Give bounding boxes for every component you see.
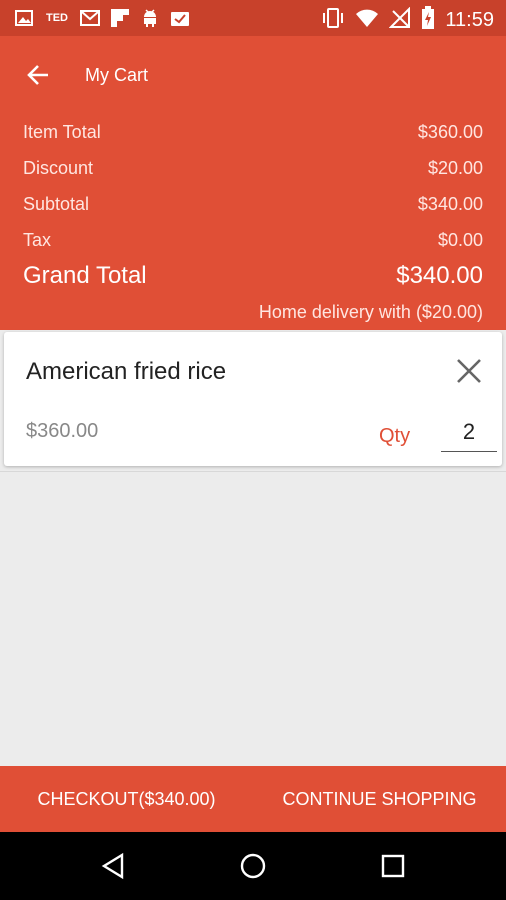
subtotal-row: Subtotal $340.00 xyxy=(23,194,483,215)
android-icon xyxy=(140,8,160,28)
item-total-value: $360.00 xyxy=(417,122,483,142)
item-total-label: Item Total xyxy=(23,122,101,142)
cart-item-card: American fried rice $360.00 Qty xyxy=(4,332,502,466)
nav-recents-button[interactable] xyxy=(376,849,410,883)
circle-home-icon xyxy=(240,853,266,879)
subtotal-label: Subtotal xyxy=(23,194,90,214)
item-name: American fried rice xyxy=(26,358,227,385)
back-button[interactable] xyxy=(20,56,58,94)
app-bar: My Cart xyxy=(0,36,506,114)
status-bar: TED 11:59 xyxy=(0,0,506,36)
wifi-icon xyxy=(355,8,379,33)
flipboard-icon xyxy=(110,8,130,28)
close-icon xyxy=(457,359,481,383)
system-nav-bar xyxy=(0,832,506,900)
triangle-back-icon xyxy=(101,852,124,880)
grand-total-row: Grand Total $340.00 xyxy=(23,262,483,290)
nav-back-button[interactable] xyxy=(96,849,130,883)
ted-icon: TED xyxy=(46,12,68,24)
item-total-row: Item Total $360.00 xyxy=(23,122,483,143)
page-title: My Cart xyxy=(85,65,148,85)
divider xyxy=(0,471,506,472)
vibrate-icon xyxy=(321,7,345,34)
square-recents-icon xyxy=(381,854,405,878)
tax-row: Tax $0.00 xyxy=(23,230,483,251)
no-signal-icon xyxy=(389,6,411,34)
bottom-action-bar: CHECKOUT($340.00) CONTINUE SHOPPING xyxy=(0,766,506,832)
remove-item-button[interactable] xyxy=(454,356,484,386)
checkout-button[interactable]: CHECKOUT($340.00) xyxy=(0,766,253,832)
subtotal-value: $340.00 xyxy=(417,194,483,214)
discount-row: Discount $20.00 xyxy=(23,158,483,179)
discount-label: Discount xyxy=(23,158,94,178)
battery-charging-icon xyxy=(421,6,435,35)
delivery-note: Home delivery with ($20.00) xyxy=(258,302,483,322)
tax-value: $0.00 xyxy=(437,230,483,250)
order-summary: Item Total $360.00 Discount $20.00 Subto… xyxy=(0,114,506,330)
tax-label: Tax xyxy=(23,230,52,250)
continue-shopping-button[interactable]: CONTINUE SHOPPING xyxy=(253,766,506,832)
status-time: 11:59 xyxy=(445,9,494,31)
system-icons: 11:59 xyxy=(321,6,494,35)
arrow-back-icon xyxy=(27,65,48,85)
qty-label: Qty xyxy=(379,425,411,447)
grand-total-label: Grand Total xyxy=(23,262,147,289)
nav-home-button[interactable] xyxy=(236,849,270,883)
item-price: $360.00 xyxy=(26,420,99,442)
image-icon xyxy=(14,8,34,28)
discount-value: $20.00 xyxy=(427,158,483,178)
grand-total-value: $340.00 xyxy=(396,262,483,289)
qty-input[interactable] xyxy=(441,412,497,452)
notification-icons: TED xyxy=(14,8,190,28)
clipboard-check-icon xyxy=(170,8,190,28)
gmail-icon xyxy=(80,8,100,28)
